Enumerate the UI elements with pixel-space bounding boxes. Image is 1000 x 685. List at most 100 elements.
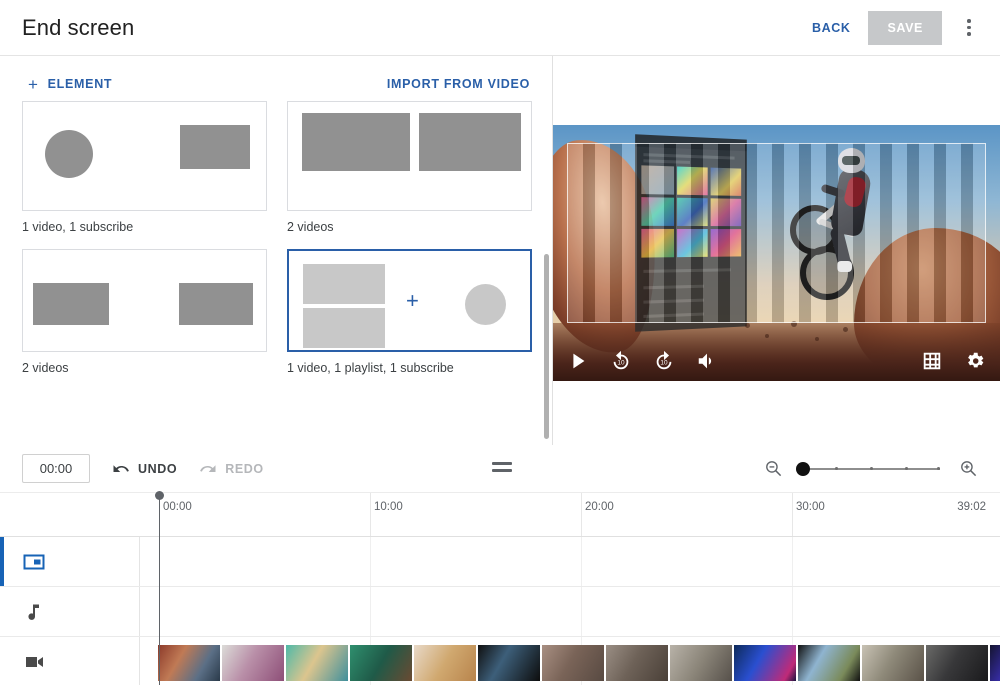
filmstrip-thumbnail[interactable] (926, 645, 988, 681)
track-gridline (581, 537, 582, 586)
dust-particle (843, 327, 848, 332)
video-rect-shape (303, 264, 385, 304)
add-element-plus-icon[interactable]: + (406, 290, 419, 312)
zoom-slider-tick (835, 467, 838, 470)
filmstrip-thumbnail[interactable] (478, 645, 540, 681)
video-camera-icon[interactable] (22, 650, 46, 674)
import-from-video-button[interactable]: IMPORT FROM VIDEO (387, 77, 530, 91)
track-lane[interactable] (140, 637, 1000, 685)
volume-icon[interactable] (696, 350, 718, 372)
template-row: 2 videos + 1 video, 1 playlist, 1 subscr… (22, 249, 530, 375)
ruler-gridline (792, 493, 793, 536)
undo-label: UNDO (138, 462, 177, 476)
ruler-label: 20:00 (585, 501, 614, 513)
timeline-ruler[interactable]: 00:00 10:00 20:00 30:00 39:02 (0, 493, 1000, 537)
track-gridline (581, 587, 582, 636)
template-card[interactable]: 2 videos (22, 249, 267, 375)
player-controls-right (921, 350, 986, 372)
filmstrip-thumbnail[interactable] (158, 645, 220, 681)
playhead-handle[interactable] (155, 491, 164, 500)
video-filmstrip[interactable] (158, 645, 1000, 681)
track-gridline (370, 537, 371, 586)
track-lane[interactable] (140, 587, 1000, 636)
filmstrip-thumbnail[interactable] (734, 645, 796, 681)
undo-icon (112, 460, 130, 478)
template-preview-1-video-1-subscribe[interactable] (22, 101, 267, 211)
template-card[interactable]: 1 video, 1 subscribe (22, 101, 267, 234)
ruler-gridline (370, 493, 371, 536)
page-title: End screen (22, 15, 134, 41)
drag-handle-icon[interactable] (492, 462, 512, 472)
ruler-gridline (581, 493, 582, 536)
more-vert-icon[interactable] (952, 11, 986, 45)
track-end-screen[interactable] (0, 537, 1000, 587)
end-screen-safe-area-overlay[interactable] (567, 143, 986, 323)
settings-gear-icon[interactable] (964, 350, 986, 372)
filmstrip-thumbnail[interactable] (990, 645, 1000, 681)
track-gridline (792, 537, 793, 586)
app-header: End screen BACK SAVE (0, 0, 1000, 56)
template-preview-2-videos-top[interactable] (287, 101, 532, 211)
forward-10-icon[interactable]: 10 (653, 350, 675, 372)
track-header[interactable] (0, 537, 140, 586)
back-button[interactable]: BACK (800, 12, 863, 44)
template-caption: 1 video, 1 playlist, 1 subscribe (287, 361, 532, 375)
template-panel: + ELEMENT IMPORT FROM VIDEO 1 video, 1 s… (0, 56, 553, 445)
undo-button[interactable]: UNDO (112, 460, 177, 478)
zoom-in-icon[interactable] (959, 459, 978, 478)
music-note-icon[interactable] (22, 600, 46, 624)
filmstrip-thumbnail[interactable] (670, 645, 732, 681)
timeline-toolbar: 00:00 UNDO REDO (0, 445, 1000, 493)
redo-icon (199, 460, 217, 478)
save-button[interactable]: SAVE (868, 11, 942, 45)
filmstrip-thumbnail[interactable] (798, 645, 860, 681)
template-caption: 2 videos (22, 361, 267, 375)
zoom-slider[interactable] (796, 460, 946, 478)
player-controls: 10 10 (553, 341, 1000, 381)
template-card[interactable]: + 1 video, 1 playlist, 1 subscribe (287, 249, 532, 375)
track-gridline (792, 587, 793, 636)
filmstrip-thumbnail[interactable] (286, 645, 348, 681)
track-gridline (370, 587, 371, 636)
template-preview-2-videos[interactable] (22, 249, 267, 352)
replay-10-icon[interactable]: 10 (610, 350, 632, 372)
track-audio[interactable] (0, 587, 1000, 637)
zoom-slider-tick (937, 467, 940, 470)
track-video[interactable] (0, 637, 1000, 685)
filmstrip-thumbnail[interactable] (542, 645, 604, 681)
current-time-input[interactable]: 00:00 (22, 454, 90, 483)
zoom-out-icon[interactable] (764, 459, 783, 478)
redo-button[interactable]: REDO (199, 460, 264, 478)
filmstrip-thumbnail[interactable] (606, 645, 668, 681)
zoom-slider-tick (905, 467, 908, 470)
ruler-label: 30:00 (796, 501, 825, 513)
filmstrip-thumbnail[interactable] (414, 645, 476, 681)
template-panel-scrollbar[interactable] (544, 254, 549, 439)
template-caption: 1 video, 1 subscribe (22, 220, 267, 234)
video-player[interactable]: 10 10 (553, 125, 1000, 381)
ruler-label: 10:00 (374, 501, 403, 513)
zoom-slider-thumb[interactable] (796, 462, 810, 476)
timeline-playhead[interactable] (159, 495, 160, 685)
track-header[interactable] (0, 587, 140, 636)
zoom-slider-tick (870, 467, 873, 470)
grid-icon[interactable] (921, 350, 943, 372)
subscribe-circle-shape (45, 130, 93, 178)
template-row: 1 video, 1 subscribe 2 videos (22, 101, 530, 234)
plus-icon: + (28, 76, 39, 93)
dust-particle (765, 334, 769, 338)
template-preview-1-video-1-playlist-1-subscribe[interactable]: + (287, 249, 532, 352)
track-lane[interactable] (140, 537, 1000, 586)
subscribe-circle-shape (465, 284, 506, 325)
video-rect-shape (180, 125, 250, 169)
end-screen-card-icon[interactable] (22, 550, 46, 574)
track-header[interactable] (0, 637, 140, 685)
add-element-button[interactable]: + ELEMENT (28, 76, 112, 93)
ruler-duration-label: 39:02 (957, 501, 986, 513)
filmstrip-thumbnail[interactable] (862, 645, 924, 681)
play-icon[interactable] (567, 350, 589, 372)
filmstrip-thumbnail[interactable] (350, 645, 412, 681)
filmstrip-thumbnail[interactable] (222, 645, 284, 681)
playlist-rect-shape (303, 308, 385, 348)
template-card[interactable]: 2 videos (287, 101, 532, 234)
